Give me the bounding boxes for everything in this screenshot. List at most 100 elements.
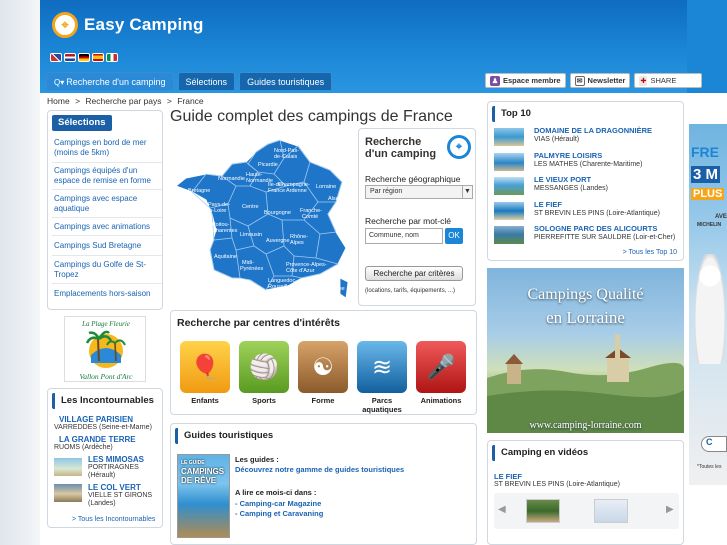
top10-item[interactable]: SOLOGNE PARC DES ALICOURTS PIERREFITTE S… xyxy=(494,224,680,248)
breadcrumb-home[interactable]: Home xyxy=(47,96,70,106)
flag-es-icon[interactable] xyxy=(92,53,104,62)
sports-label[interactable]: Sports xyxy=(234,396,294,406)
incontournable-name[interactable]: LE COL VERT xyxy=(88,483,141,492)
campsite-thumbnail xyxy=(494,202,524,220)
ad-text: PLUS xyxy=(691,188,725,200)
all-top10-link[interactable]: > Tous les Top 10 xyxy=(623,249,677,256)
video-thumbnail[interactable] xyxy=(594,499,628,523)
carousel-next-icon[interactable]: ▶ xyxy=(666,504,674,515)
flag-nl-icon[interactable] xyxy=(64,53,76,62)
top10-item[interactable]: LE VIEUX PORT MESSANGES (Landes) xyxy=(494,175,680,199)
video-thumbnail[interactable] xyxy=(526,499,560,523)
breadcrumb-country-search[interactable]: Recherche par pays xyxy=(85,96,161,106)
sports-icon[interactable]: 🏐 xyxy=(239,341,289,393)
water-parks-label[interactable]: Parcs aquatiques xyxy=(352,396,412,414)
campsite-thumbnail[interactable] xyxy=(54,458,82,476)
kids-icon[interactable]: 🎈 xyxy=(180,341,230,393)
ad-cta-button[interactable]: C xyxy=(701,436,727,452)
campsite-thumbnail[interactable] xyxy=(54,484,82,502)
main-tabs: Q▾ Recherche d'un camping Sélections Guid… xyxy=(46,72,333,90)
selection-link[interactable]: Campings avec espace aquatique xyxy=(54,194,159,214)
tab-search-camping[interactable]: Q▾ Recherche d'un camping xyxy=(46,72,174,90)
svg-text:Bretagne: Bretagne xyxy=(188,188,210,194)
top10-item[interactable]: PALMYRE LOISIRS LES MATHES (Charente-Mar… xyxy=(494,151,680,175)
svg-text:Normandie: Normandie xyxy=(218,176,245,182)
campsite-logo-ad[interactable]: La Plage Fleurie Vallon Pont d'Arc xyxy=(64,316,146,382)
svg-text:Aquitaine: Aquitaine xyxy=(214,254,237,260)
carousel-prev-icon[interactable]: ◀ xyxy=(498,504,506,515)
site-logo[interactable]: ⌖ Easy Camping xyxy=(52,12,204,38)
selection-link[interactable]: Emplacements hors-saison xyxy=(54,289,159,299)
divider xyxy=(52,217,162,218)
michelin-side-ad[interactable]: FRE 3 M PLUS AVE MICHELIN C *Toutes les xyxy=(689,124,727,485)
logo-icon: ⌖ xyxy=(52,12,78,38)
fitness-icon[interactable]: ☯ xyxy=(298,341,348,393)
magazine-link[interactable]: - Camping-car Magazine xyxy=(235,499,321,508)
flag-uk-icon[interactable] xyxy=(50,53,62,62)
divider xyxy=(52,162,162,163)
campsite-thumbnail xyxy=(494,153,524,171)
ad-text: 3 M xyxy=(691,166,721,183)
member-area-button[interactable]: ♟ Espace membre xyxy=(485,73,566,88)
incontournable-name[interactable]: LA GRANDE TERRE xyxy=(59,435,136,444)
tab-label: Recherche d'un camping xyxy=(66,77,166,87)
region-select[interactable]: Par région ▼ xyxy=(365,185,473,199)
button-label: SHARE xyxy=(650,76,677,85)
magazine-link[interactable]: - Camping et Caravaning xyxy=(235,509,323,518)
water-park-icon[interactable]: ≋ xyxy=(357,341,407,393)
svg-text:France: France xyxy=(268,188,285,194)
videos-panel: Camping en vidéos LE FIEF ST BREVIN LES … xyxy=(487,440,684,545)
campsite-thumbnail xyxy=(494,177,524,195)
search-logo-icon: ⌖ xyxy=(447,135,471,159)
breadcrumb-current: France xyxy=(177,96,204,106)
svg-text:Limousin: Limousin xyxy=(240,232,262,238)
keyword-input[interactable]: Commune, nom xyxy=(365,228,443,244)
incontournable-name[interactable]: LES MIMOSAS xyxy=(88,455,144,464)
all-incontournables-link[interactable]: > Tous les Incontournables xyxy=(72,516,155,523)
lorraine-campings-ad[interactable]: Campings Qualité en Lorraine www.camping… xyxy=(487,268,684,433)
tourist-guides-panel: Guides touristiques LE GUIDE CAMPINGS DE… xyxy=(170,423,477,545)
entertainment-icon[interactable]: 🎤 xyxy=(416,341,466,393)
user-icon: ♟ xyxy=(490,75,500,86)
entertainment-label[interactable]: Animations xyxy=(411,396,471,406)
flag-it-icon[interactable] xyxy=(106,53,118,62)
ad-text: AVE xyxy=(715,214,727,220)
guides-range-link[interactable]: Découvrez notre gamme de guides touristi… xyxy=(235,465,404,474)
selection-link[interactable]: Campings du Golfe de St-Tropez xyxy=(54,260,159,280)
guides-intro: Les guides : xyxy=(235,455,279,464)
ad-text: MICHELIN xyxy=(697,222,722,228)
france-region-map[interactable]: Nord-Pas-de-Calais Picardie Haute- Norman… xyxy=(170,130,356,305)
selection-link[interactable]: Campings équipés d'un espace de remise e… xyxy=(54,166,159,186)
tab-selections[interactable]: Sélections xyxy=(177,72,236,90)
campsite-location: PIERREFITTE SUR SAULDRE (Loir-et-Cher) xyxy=(534,234,676,241)
selection-link[interactable]: Campings avec animations xyxy=(54,222,159,232)
tab-guides[interactable]: Guides touristiques xyxy=(239,72,333,90)
campsite-name: LE VIEUX PORT xyxy=(534,175,592,184)
selection-link[interactable]: Campings en bord de mer (moins de 5km) xyxy=(54,138,159,158)
ad-url: www.camping-lorraine.com xyxy=(529,420,642,431)
guide-book-cover[interactable]: LE GUIDE CAMPINGS DE RÊVE xyxy=(177,454,230,538)
search-ok-button[interactable]: OK xyxy=(445,228,463,244)
button-label: Espace membre xyxy=(503,76,561,85)
ad-title-line1: Campings Qualité xyxy=(527,286,644,303)
divider xyxy=(52,255,162,256)
share-button[interactable]: ✚ SHARE xyxy=(634,73,703,88)
selections-title: Sélections xyxy=(52,115,112,131)
video-carousel xyxy=(494,493,679,529)
campsite-thumbnail xyxy=(494,226,524,244)
page: ⌖ Easy Camping Q▾ Recherche d'un camping … xyxy=(0,0,727,545)
svg-text:Bourgogne: Bourgogne xyxy=(264,210,291,216)
fitness-label[interactable]: Forme xyxy=(293,396,353,406)
kids-label[interactable]: Enfants xyxy=(175,396,235,406)
incontournable-name[interactable]: VILLAGE PARISIEN xyxy=(59,415,133,424)
flag-de-icon[interactable] xyxy=(78,53,90,62)
video-campsite-name[interactable]: LE FIEF xyxy=(494,472,522,481)
criteria-search-button[interactable]: Recherche par critères xyxy=(365,266,463,281)
read-this-month: A lire ce mois-ci dans : xyxy=(235,488,317,497)
top10-item[interactable]: LE FIEF ST BREVIN LES PINS (Loire-Atlant… xyxy=(494,200,680,224)
guides-title: Guides touristiques xyxy=(175,428,280,444)
top10-item[interactable]: DOMAINE DE LA DRAGONNIÈRE VIAS (Hérault) xyxy=(494,126,680,150)
selection-link[interactable]: Campings Sud Bretagne xyxy=(54,241,159,251)
newsletter-button[interactable]: ✉ Newsletter xyxy=(569,73,631,88)
svg-text:Lorraine: Lorraine xyxy=(316,184,336,190)
